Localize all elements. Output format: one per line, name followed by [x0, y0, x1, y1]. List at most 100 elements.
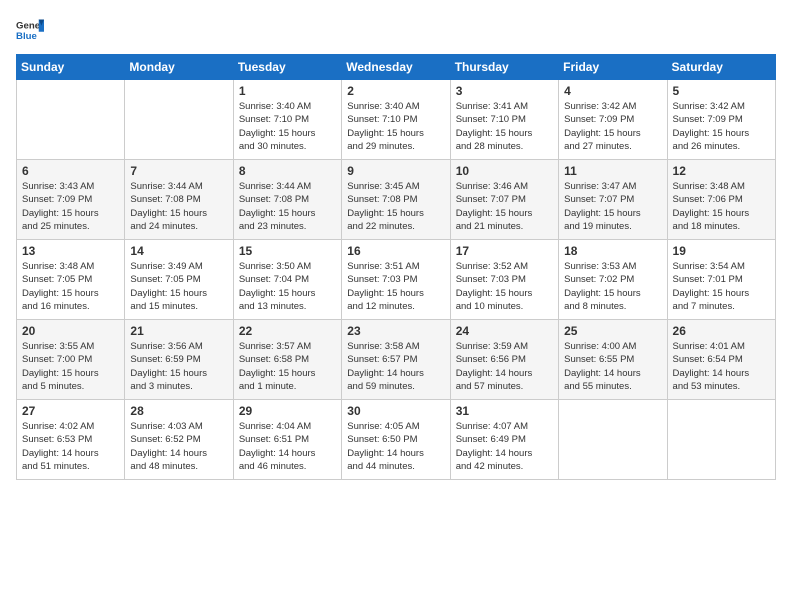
calendar-cell: 15Sunrise: 3:50 AM Sunset: 7:04 PM Dayli… — [233, 240, 341, 320]
day-detail: Sunrise: 3:41 AM Sunset: 7:10 PM Dayligh… — [456, 100, 553, 153]
day-number: 25 — [564, 324, 661, 338]
calendar-cell: 20 Sunrise: 3:55 AM Sunset: 7:00 PM Dayli… — [17, 320, 125, 400]
day-detail: Sunrise: 3:42 AM Sunset: 7:09 PM Dayligh… — [673, 100, 770, 153]
day-number: 20 — [22, 324, 119, 338]
day-header-friday: Friday — [559, 55, 667, 80]
calendar-cell: 27Sunrise: 4:02 AM Sunset: 6:53 PM Dayli… — [17, 400, 125, 480]
day-detail: Sunrise: 3:51 AM Sunset: 7:03 PM Dayligh… — [347, 260, 444, 313]
day-number: 18 — [564, 244, 661, 258]
day-detail: Sunrise: 3:47 AM Sunset: 7:07 PM Dayligh… — [564, 180, 661, 233]
calendar-table: SundayMondayTuesdayWednesdayThursdayFrid… — [16, 54, 776, 480]
day-detail: Sunrise: 3:58 AM Sunset: 6:57 PM Dayligh… — [347, 340, 444, 393]
calendar-cell: 9 Sunrise: 3:45 AM Sunset: 7:08 PM Daylig… — [342, 160, 450, 240]
svg-text:Blue: Blue — [16, 31, 37, 42]
day-detail: Sunrise: 4:07 AM Sunset: 6:49 PM Dayligh… — [456, 420, 553, 473]
day-number: 4 — [564, 84, 661, 98]
day-detail: Sunrise: 4:03 AM Sunset: 6:52 PM Dayligh… — [130, 420, 227, 473]
day-detail: Sunrise: 4:00 AM Sunset: 6:55 PM Dayligh… — [564, 340, 661, 393]
day-header-saturday: Saturday — [667, 55, 775, 80]
calendar-cell: 31 Sunrise: 4:07 AM Sunset: 6:49 PM Dayli… — [450, 400, 558, 480]
week-row-4: 20 Sunrise: 3:55 AM Sunset: 7:00 PM Dayli… — [17, 320, 776, 400]
calendar-cell: 12Sunrise: 3:48 AM Sunset: 7:06 PM Dayli… — [667, 160, 775, 240]
calendar-cell: 21 Sunrise: 3:56 AM Sunset: 6:59 PM Dayli… — [125, 320, 233, 400]
day-detail: Sunrise: 3:46 AM Sunset: 7:07 PM Dayligh… — [456, 180, 553, 233]
calendar-cell: 11 Sunrise: 3:47 AM Sunset: 7:07 PM Dayli… — [559, 160, 667, 240]
day-number: 10 — [456, 164, 553, 178]
calendar-cell: 18 Sunrise: 3:53 AM Sunset: 7:02 PM Dayli… — [559, 240, 667, 320]
calendar-cell — [125, 80, 233, 160]
day-detail: Sunrise: 3:48 AM Sunset: 7:05 PM Dayligh… — [22, 260, 119, 313]
day-detail: Sunrise: 3:55 AM Sunset: 7:00 PM Dayligh… — [22, 340, 119, 393]
day-number: 30 — [347, 404, 444, 418]
day-detail: Sunrise: 3:48 AM Sunset: 7:06 PM Dayligh… — [673, 180, 770, 233]
day-number: 23 — [347, 324, 444, 338]
week-row-1: 1 Sunrise: 3:40 AM Sunset: 7:10 PM Daylig… — [17, 80, 776, 160]
day-detail: Sunrise: 3:45 AM Sunset: 7:08 PM Dayligh… — [347, 180, 444, 233]
calendar-cell: 10 Sunrise: 3:46 AM Sunset: 7:07 PM Dayli… — [450, 160, 558, 240]
day-number: 27 — [22, 404, 119, 418]
calendar-cell: 6 Sunrise: 3:43 AM Sunset: 7:09 PM Daylig… — [17, 160, 125, 240]
day-number: 2 — [347, 84, 444, 98]
page-header: General Blue — [16, 16, 776, 44]
day-number: 6 — [22, 164, 119, 178]
day-detail: Sunrise: 3:49 AM Sunset: 7:05 PM Dayligh… — [130, 260, 227, 313]
calendar-cell: 25 Sunrise: 4:00 AM Sunset: 6:55 PM Dayli… — [559, 320, 667, 400]
day-number: 24 — [456, 324, 553, 338]
week-row-2: 6 Sunrise: 3:43 AM Sunset: 7:09 PM Daylig… — [17, 160, 776, 240]
calendar-cell: 24 Sunrise: 3:59 AM Sunset: 6:56 PM Dayli… — [450, 320, 558, 400]
day-number: 1 — [239, 84, 336, 98]
day-number: 15 — [239, 244, 336, 258]
day-number: 19 — [673, 244, 770, 258]
day-number: 5 — [673, 84, 770, 98]
day-header-sunday: Sunday — [17, 55, 125, 80]
day-detail: Sunrise: 3:43 AM Sunset: 7:09 PM Dayligh… — [22, 180, 119, 233]
logo-icon: General Blue — [16, 16, 44, 44]
calendar-cell: 29 Sunrise: 4:04 AM Sunset: 6:51 PM Dayli… — [233, 400, 341, 480]
day-number: 7 — [130, 164, 227, 178]
day-header-tuesday: Tuesday — [233, 55, 341, 80]
day-detail: Sunrise: 4:04 AM Sunset: 6:51 PM Dayligh… — [239, 420, 336, 473]
day-detail: Sunrise: 3:56 AM Sunset: 6:59 PM Dayligh… — [130, 340, 227, 393]
calendar-cell: 3 Sunrise: 3:41 AM Sunset: 7:10 PM Daylig… — [450, 80, 558, 160]
day-detail: Sunrise: 3:44 AM Sunset: 7:08 PM Dayligh… — [239, 180, 336, 233]
calendar-cell: 30 Sunrise: 4:05 AM Sunset: 6:50 PM Dayli… — [342, 400, 450, 480]
day-number: 16 — [347, 244, 444, 258]
calendar-cell: 2 Sunrise: 3:40 AM Sunset: 7:10 PM Daylig… — [342, 80, 450, 160]
calendar-cell: 28 Sunrise: 4:03 AM Sunset: 6:52 PM Dayli… — [125, 400, 233, 480]
day-number: 31 — [456, 404, 553, 418]
calendar-cell: 8Sunrise: 3:44 AM Sunset: 7:08 PM Daylig… — [233, 160, 341, 240]
day-header-wednesday: Wednesday — [342, 55, 450, 80]
day-number: 22 — [239, 324, 336, 338]
day-detail: Sunrise: 3:40 AM Sunset: 7:10 PM Dayligh… — [347, 100, 444, 153]
day-number: 26 — [673, 324, 770, 338]
calendar-cell: 7Sunrise: 3:44 AM Sunset: 7:08 PM Daylig… — [125, 160, 233, 240]
calendar-cell: 4Sunrise: 3:42 AM Sunset: 7:09 PM Daylig… — [559, 80, 667, 160]
day-number: 9 — [347, 164, 444, 178]
calendar-cell: 17 Sunrise: 3:52 AM Sunset: 7:03 PM Dayli… — [450, 240, 558, 320]
day-detail: Sunrise: 3:54 AM Sunset: 7:01 PM Dayligh… — [673, 260, 770, 313]
day-number: 17 — [456, 244, 553, 258]
day-number: 11 — [564, 164, 661, 178]
day-detail: Sunrise: 4:05 AM Sunset: 6:50 PM Dayligh… — [347, 420, 444, 473]
day-number: 28 — [130, 404, 227, 418]
day-detail: Sunrise: 3:52 AM Sunset: 7:03 PM Dayligh… — [456, 260, 553, 313]
day-number: 29 — [239, 404, 336, 418]
calendar-cell: 16 Sunrise: 3:51 AM Sunset: 7:03 PM Dayli… — [342, 240, 450, 320]
calendar-cell: 14 Sunrise: 3:49 AM Sunset: 7:05 PM Dayli… — [125, 240, 233, 320]
calendar-cell: 22 Sunrise: 3:57 AM Sunset: 6:58 PM Dayli… — [233, 320, 341, 400]
logo: General Blue — [16, 16, 48, 44]
day-number: 13 — [22, 244, 119, 258]
calendar-cell: 1 Sunrise: 3:40 AM Sunset: 7:10 PM Daylig… — [233, 80, 341, 160]
day-number: 3 — [456, 84, 553, 98]
day-detail: Sunrise: 3:59 AM Sunset: 6:56 PM Dayligh… — [456, 340, 553, 393]
calendar-cell — [559, 400, 667, 480]
day-number: 14 — [130, 244, 227, 258]
day-detail: Sunrise: 3:57 AM Sunset: 6:58 PM Dayligh… — [239, 340, 336, 393]
day-detail: Sunrise: 3:40 AM Sunset: 7:10 PM Dayligh… — [239, 100, 336, 153]
day-header-monday: Monday — [125, 55, 233, 80]
day-number: 21 — [130, 324, 227, 338]
days-of-week-row: SundayMondayTuesdayWednesdayThursdayFrid… — [17, 55, 776, 80]
calendar-cell — [17, 80, 125, 160]
day-detail: Sunrise: 3:53 AM Sunset: 7:02 PM Dayligh… — [564, 260, 661, 313]
calendar-cell: 13 Sunrise: 3:48 AM Sunset: 7:05 PM Dayli… — [17, 240, 125, 320]
